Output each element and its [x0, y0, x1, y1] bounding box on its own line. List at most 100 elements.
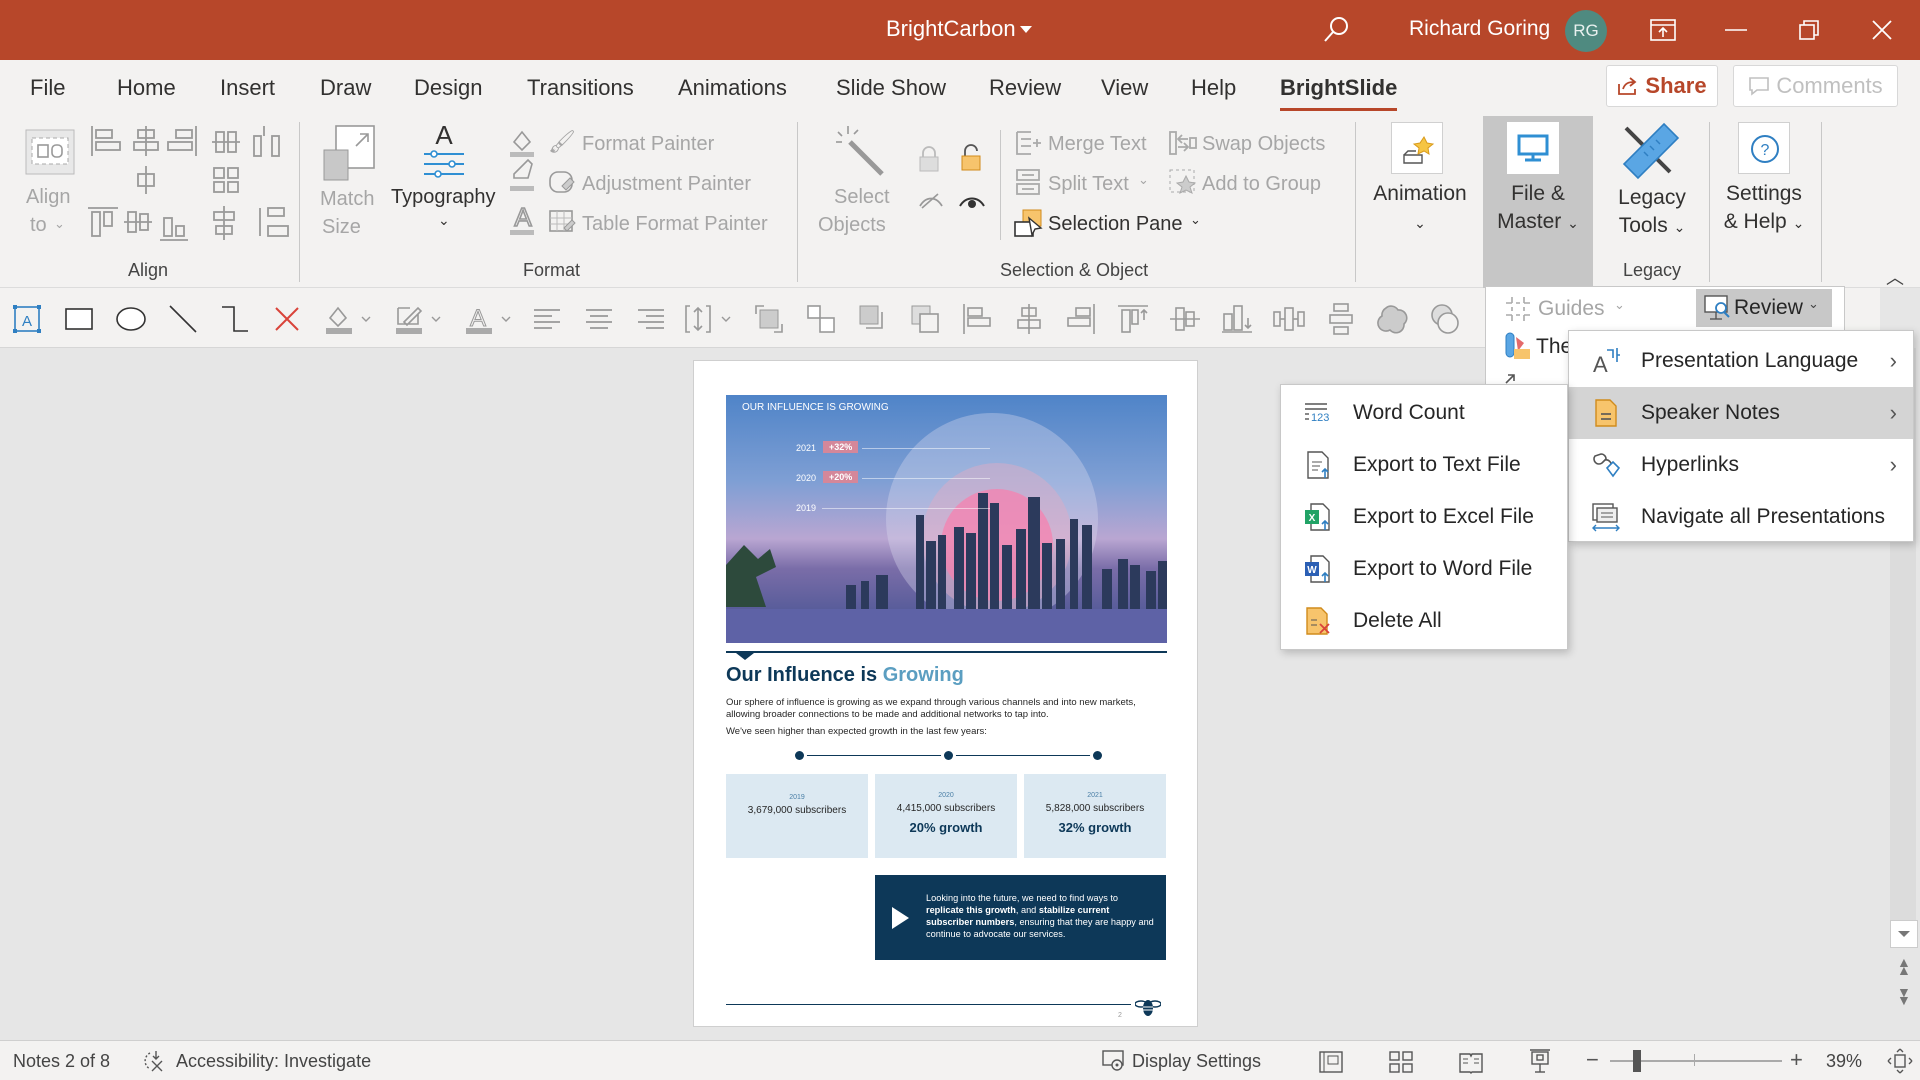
select-objects-label[interactable]: Select — [834, 186, 890, 209]
bring-forward-icon[interactable] — [752, 302, 786, 336]
comments-button[interactable]: Comments — [1733, 65, 1898, 107]
tab-view[interactable]: View — [1101, 75, 1148, 101]
close-button[interactable] — [1846, 0, 1918, 60]
distribute-vertical-icon[interactable] — [1324, 302, 1358, 336]
rectangle-icon[interactable] — [62, 302, 96, 336]
add-to-group-button[interactable]: Add to Group — [1202, 173, 1321, 196]
line-icon[interactable] — [166, 302, 200, 336]
menu-item-word-count[interactable]: 123 Word Count — [1281, 387, 1567, 439]
tab-insert[interactable]: Insert — [220, 75, 275, 101]
elbow-connector-icon[interactable] — [218, 302, 252, 336]
selection-pane-dropdown-icon[interactable]: ⌄ — [1190, 212, 1201, 228]
align-middle-objects-icon[interactable] — [1168, 302, 1202, 336]
hide-icon[interactable] — [918, 192, 944, 210]
align-to-dropdown-icon[interactable]: ⌄ — [54, 216, 65, 232]
guides-button[interactable]: Guides — [1538, 297, 1605, 321]
send-backward-icon[interactable] — [856, 302, 890, 336]
menu-item-delete-all[interactable]: Delete All — [1281, 595, 1567, 647]
tab-review[interactable]: Review — [989, 75, 1061, 101]
animation-button[interactable]: Animation ⌄ — [1370, 180, 1470, 237]
align-bottom-objects-icon[interactable] — [1220, 302, 1254, 336]
align-to-label[interactable]: Align — [26, 186, 70, 209]
align-right-objects-icon[interactable] — [1064, 302, 1098, 336]
unlock-icon[interactable] — [960, 144, 984, 172]
shape-fill-icon[interactable] — [322, 302, 372, 336]
menu-item-speaker-notes[interactable]: Speaker Notes › — [1569, 387, 1913, 439]
lock-icon[interactable] — [918, 146, 940, 172]
slide[interactable]: OUR INFLUENCE IS GROWING 2021 +32% 2020 … — [693, 360, 1198, 1027]
merge-shapes-intersect-icon[interactable] — [1428, 302, 1462, 336]
tab-help[interactable]: Help — [1191, 75, 1236, 101]
match-size-label[interactable]: Match — [320, 188, 374, 211]
normal-view-icon[interactable] — [1318, 1050, 1344, 1074]
zoom-out-button[interactable]: − — [1586, 1047, 1599, 1073]
minimize-button[interactable] — [1700, 0, 1772, 60]
title-dropdown-icon[interactable] — [1020, 26, 1032, 33]
user-name[interactable]: Richard Goring — [1409, 17, 1550, 41]
settings-help-icon[interactable]: ? — [1738, 122, 1790, 174]
show-icon[interactable] — [958, 192, 986, 210]
zoom-level[interactable]: 39% — [1826, 1051, 1862, 1072]
tab-animations[interactable]: Animations — [678, 75, 787, 101]
distribute-horizontal-icon[interactable] — [1272, 302, 1306, 336]
align-center-icon[interactable] — [582, 302, 616, 336]
table-format-painter-button[interactable]: Table Format Painter — [582, 213, 768, 236]
tab-draw[interactable]: Draw — [320, 75, 371, 101]
text-box-icon[interactable]: A — [10, 302, 44, 336]
guides-dropdown-icon[interactable]: ⌄ — [1614, 297, 1625, 313]
fit-to-window-icon[interactable] — [1886, 1047, 1914, 1075]
select-objects-label-2[interactable]: Objects — [818, 214, 886, 237]
shape-outline-icon[interactable] — [392, 302, 442, 336]
settings-help-button[interactable]: Settings & Help ⌄ — [1712, 180, 1816, 237]
typography-label[interactable]: Typography — [391, 186, 496, 209]
match-size-icon[interactable] — [322, 124, 378, 184]
accessibility-status[interactable]: Accessibility: Investigate — [176, 1051, 371, 1072]
restore-button[interactable] — [1773, 0, 1845, 60]
align-icons-grid[interactable] — [88, 122, 300, 252]
select-objects-icon[interactable] — [832, 124, 888, 180]
align-left-objects-icon[interactable] — [960, 302, 994, 336]
match-size-label-2[interactable]: Size — [322, 216, 361, 239]
selection-pane-button[interactable]: Selection Pane — [1048, 213, 1183, 236]
align-left-icon[interactable] — [530, 302, 564, 336]
theme-button-partial[interactable]: The — [1536, 335, 1572, 359]
tab-brightslide[interactable]: BrightSlide — [1280, 75, 1398, 111]
align-to-label-2[interactable]: to — [30, 214, 47, 237]
align-top-objects-icon[interactable] — [1116, 302, 1150, 336]
merge-text-button[interactable]: Merge Text — [1048, 133, 1147, 156]
collapse-ribbon-icon[interactable]: ︿ — [1886, 264, 1904, 290]
review-button[interactable]: Review ⌄ — [1696, 289, 1832, 327]
display-settings-button[interactable]: Display Settings — [1132, 1051, 1261, 1072]
format-painter-button[interactable]: Format Painter — [582, 133, 714, 156]
typography-icon[interactable]: A — [422, 122, 466, 182]
avatar[interactable]: RG — [1565, 10, 1607, 52]
align-center-objects-icon[interactable] — [1012, 302, 1046, 336]
menu-item-export-text-file[interactable]: Export to Text File — [1281, 439, 1567, 491]
zoom-in-button[interactable]: + — [1790, 1047, 1803, 1073]
typography-dropdown-icon[interactable]: ⌄ — [438, 212, 450, 229]
delete-icon[interactable] — [270, 302, 304, 336]
previous-slide-icon[interactable]: ▲ ▲ — [1897, 955, 1911, 977]
align-right-icon[interactable] — [634, 302, 668, 336]
legacy-tools-icon[interactable] — [1620, 122, 1680, 182]
animation-icon[interactable] — [1391, 122, 1443, 174]
slide-show-view-icon[interactable] — [1528, 1048, 1552, 1074]
slide-sorter-icon[interactable] — [1388, 1050, 1414, 1074]
menu-item-navigate-all-presentations[interactable]: Navigate all Presentations — [1569, 491, 1913, 543]
adjustment-painter-button[interactable]: Adjustment Painter — [582, 173, 751, 196]
send-to-back-icon[interactable] — [908, 302, 942, 336]
legacy-tools-button[interactable]: Legacy Tools ⌄ — [1600, 184, 1704, 241]
group-icon[interactable] — [804, 302, 838, 336]
reading-view-icon[interactable] — [1458, 1050, 1484, 1074]
document-title[interactable]: BrightCarbon — [886, 16, 1016, 42]
split-text-dropdown-icon[interactable]: ⌄ — [1138, 172, 1149, 188]
next-slide-icon[interactable]: ▼ ▼ — [1897, 985, 1911, 1007]
swap-objects-button[interactable]: Swap Objects — [1202, 133, 1325, 156]
tab-transitions[interactable]: Transitions — [527, 75, 634, 101]
oval-icon[interactable] — [114, 302, 148, 336]
menu-item-export-word-file[interactable]: W Export to Word File — [1281, 543, 1567, 595]
split-text-button[interactable]: Split Text — [1048, 173, 1129, 196]
tab-slide-show[interactable]: Slide Show — [836, 75, 946, 101]
zoom-slider-thumb[interactable] — [1633, 1050, 1641, 1072]
menu-item-export-excel-file[interactable]: X Export to Excel File — [1281, 491, 1567, 543]
